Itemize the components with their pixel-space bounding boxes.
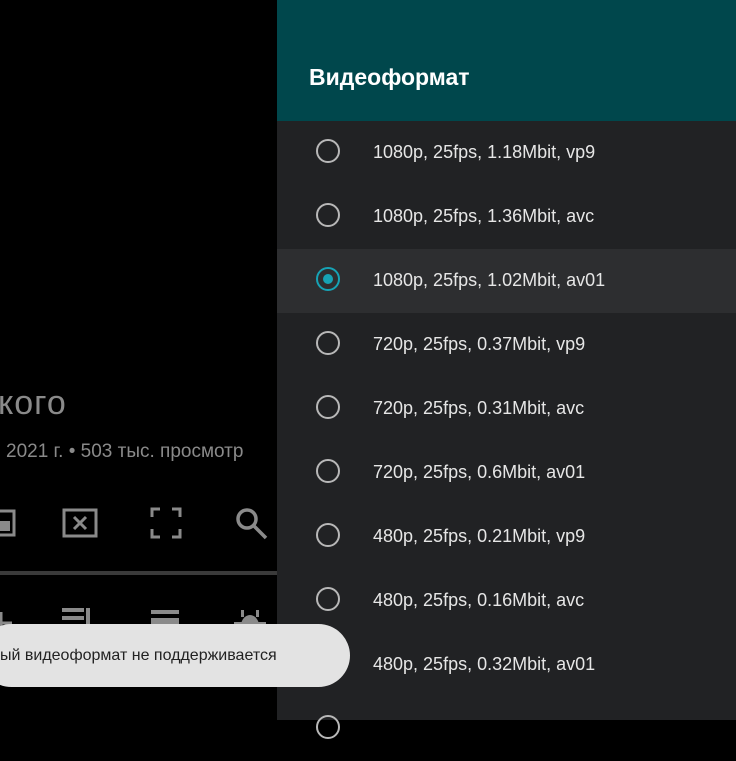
format-option-label: 1080p, 25fps, 1.36Mbit, avc [373, 206, 595, 226]
format-option[interactable]: 720p, 25fps, 0.31Mbit, avc [277, 377, 736, 441]
radio-unchecked-icon[interactable] [316, 459, 340, 483]
radio-unchecked-icon[interactable] [316, 587, 340, 611]
radio-checked-icon[interactable] [316, 267, 340, 291]
format-option[interactable]: 1080p, 25fps, 1.18Mbit, vp9 [277, 121, 736, 185]
format-option-label: 1080p, 25fps, 1.02Mbit, av01 [373, 270, 606, 290]
video-meta: 2021 г. • 503 тыс. просмотр [6, 441, 244, 462]
format-option-label: 720p, 25fps, 0.6Mbit, av01 [373, 462, 586, 482]
pip-icon[interactable] [0, 505, 18, 541]
format-option[interactable]: 480p, 25fps, 0.21Mbit, vp9 [277, 505, 736, 569]
format-option-label: 1080p, 25fps, 1.18Mbit, vp9 [373, 142, 596, 162]
format-option[interactable]: 1080p, 25fps, 1.36Mbit, avc [277, 185, 736, 249]
dialog-header: Видеоформат [277, 0, 736, 121]
progress-divider [0, 571, 277, 575]
dialog-title: Видеоформат [309, 64, 470, 90]
fullscreen-icon[interactable] [148, 505, 184, 541]
format-option-label: 720p, 25fps, 0.31Mbit, avc [373, 398, 585, 418]
format-option-label: 480p, 25fps, 0.32Mbit, av01 [373, 654, 596, 674]
format-option[interactable]: 480p, 25fps, 0.16Mbit, avc [277, 569, 736, 633]
radio-unchecked-icon[interactable] [316, 715, 340, 739]
close-video-icon[interactable] [62, 505, 98, 541]
format-option[interactable]: 720p, 25fps, 0.6Mbit, av01 [277, 441, 736, 505]
radio-unchecked-icon[interactable] [316, 523, 340, 547]
format-option[interactable] [277, 697, 736, 761]
radio-unchecked-icon[interactable] [316, 139, 340, 163]
format-option-label: 480p, 25fps, 0.16Mbit, avc [373, 590, 585, 610]
video-title: кого [0, 384, 67, 422]
radio-unchecked-icon[interactable] [316, 331, 340, 355]
toast-text: ый видеоформат не поддерживается [0, 646, 277, 664]
format-option[interactable]: 720p, 25fps, 0.37Mbit, vp9 [277, 313, 736, 377]
format-option[interactable]: 1080p, 25fps, 1.02Mbit, av01 [277, 249, 736, 313]
format-option-label: 720p, 25fps, 0.37Mbit, vp9 [373, 334, 586, 354]
radio-dot-icon [323, 274, 333, 284]
radio-unchecked-icon[interactable] [316, 203, 340, 227]
video-format-dialog: Видеоформат 1080p, 25fps, 1.18Mbit, vp9 1… [277, 0, 736, 739]
radio-unchecked-icon[interactable] [316, 395, 340, 419]
video-background: кого 2021 г. • 503 тыс. просмотр [0, 0, 277, 720]
search-icon[interactable] [233, 505, 269, 541]
toast-message: ый видеоформат не поддерживается [0, 624, 350, 687]
format-option-label: 480p, 25fps, 0.21Mbit, vp9 [373, 526, 586, 546]
